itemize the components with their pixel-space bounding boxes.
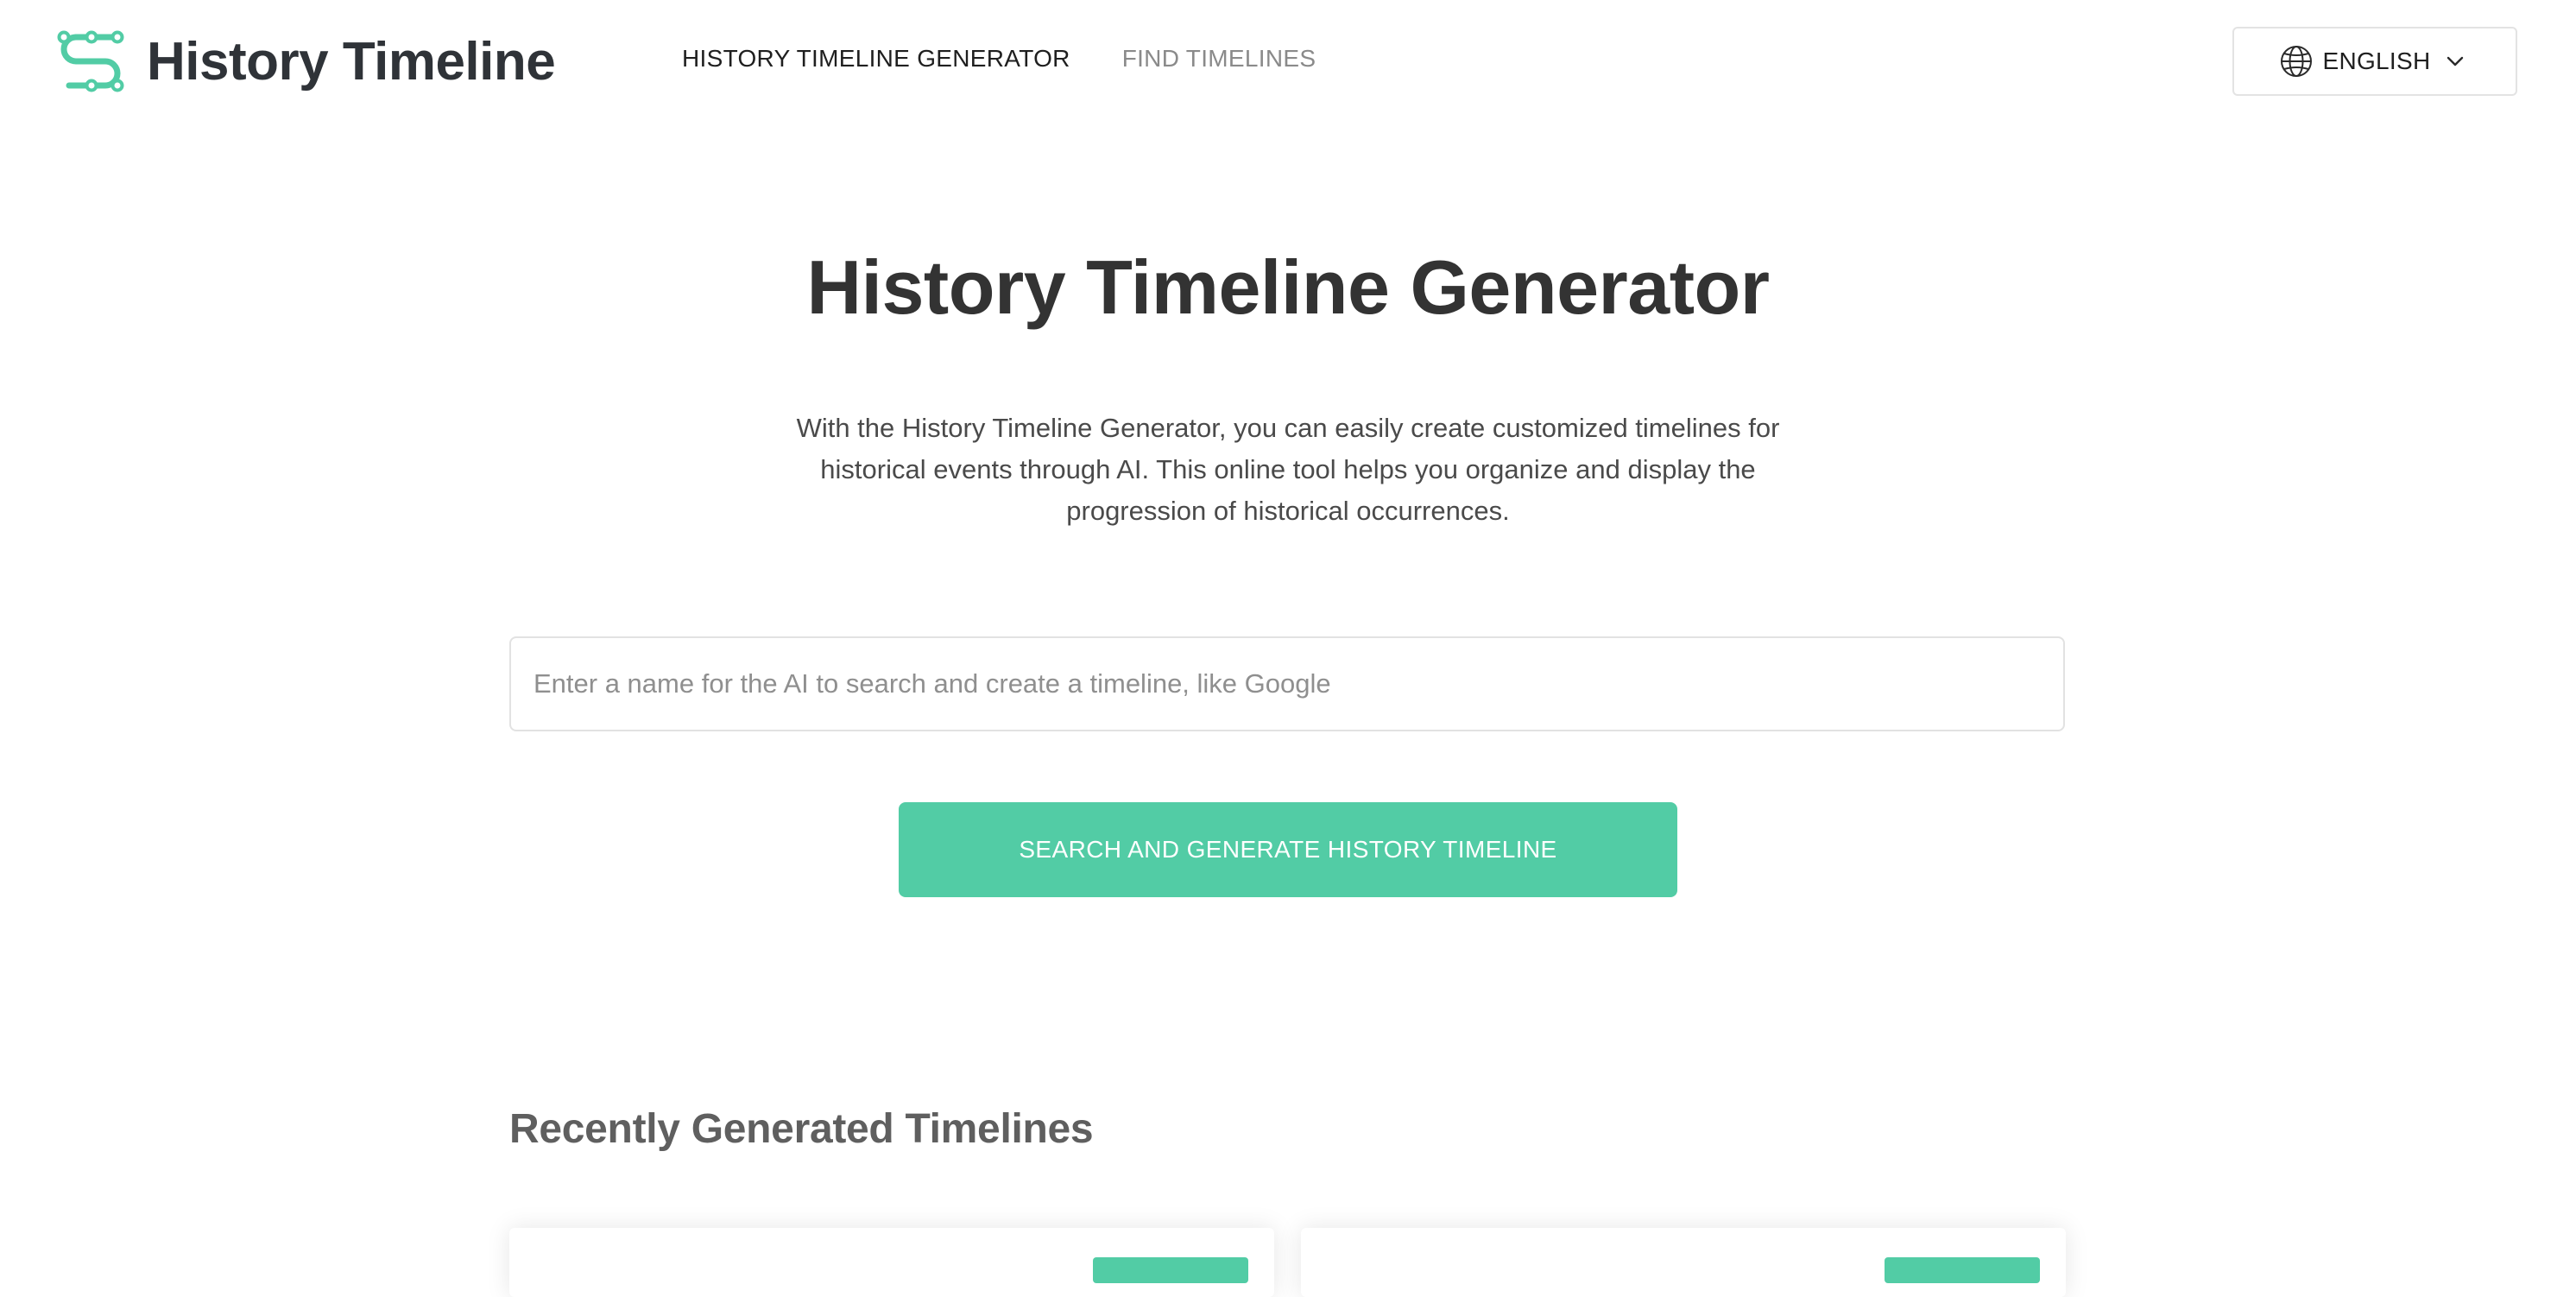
language-selector[interactable]: ENGLISH — [2232, 27, 2517, 96]
page-title: History Timeline Generator — [806, 244, 1770, 330]
timeline-card[interactable] — [1301, 1228, 2066, 1297]
recent-timelines-heading: Recently Generated Timelines — [509, 1106, 1094, 1152]
timeline-logo-icon — [57, 30, 124, 92]
globe-icon — [2281, 46, 2313, 77]
site-header: History Timeline HISTORY TIMELINE GENERA… — [0, 0, 2576, 124]
main-nav: HISTORY TIMELINE GENERATOR FIND TIMELINE… — [682, 45, 1316, 73]
nav-link-history-timeline-generator[interactable]: HISTORY TIMELINE GENERATOR — [682, 45, 1070, 73]
language-label: ENGLISH — [2322, 47, 2431, 74]
nav-link-find-timelines[interactable]: FIND TIMELINES — [1122, 45, 1316, 73]
brand-name: History Timeline — [147, 31, 556, 92]
timeline-card[interactable] — [509, 1228, 1274, 1297]
search-field — [509, 636, 2065, 731]
timeline-search-input[interactable] — [511, 638, 2063, 730]
card-badge — [1885, 1257, 2040, 1283]
generate-timeline-button[interactable]: SEARCH AND GENERATE HISTORY TIMELINE — [899, 802, 1677, 897]
chevron-down-icon — [2447, 56, 2463, 66]
brand-link[interactable]: History Timeline — [57, 26, 556, 97]
hero-description: With the History Timeline Generator, you… — [796, 413, 1780, 526]
card-badge — [1093, 1257, 1248, 1283]
